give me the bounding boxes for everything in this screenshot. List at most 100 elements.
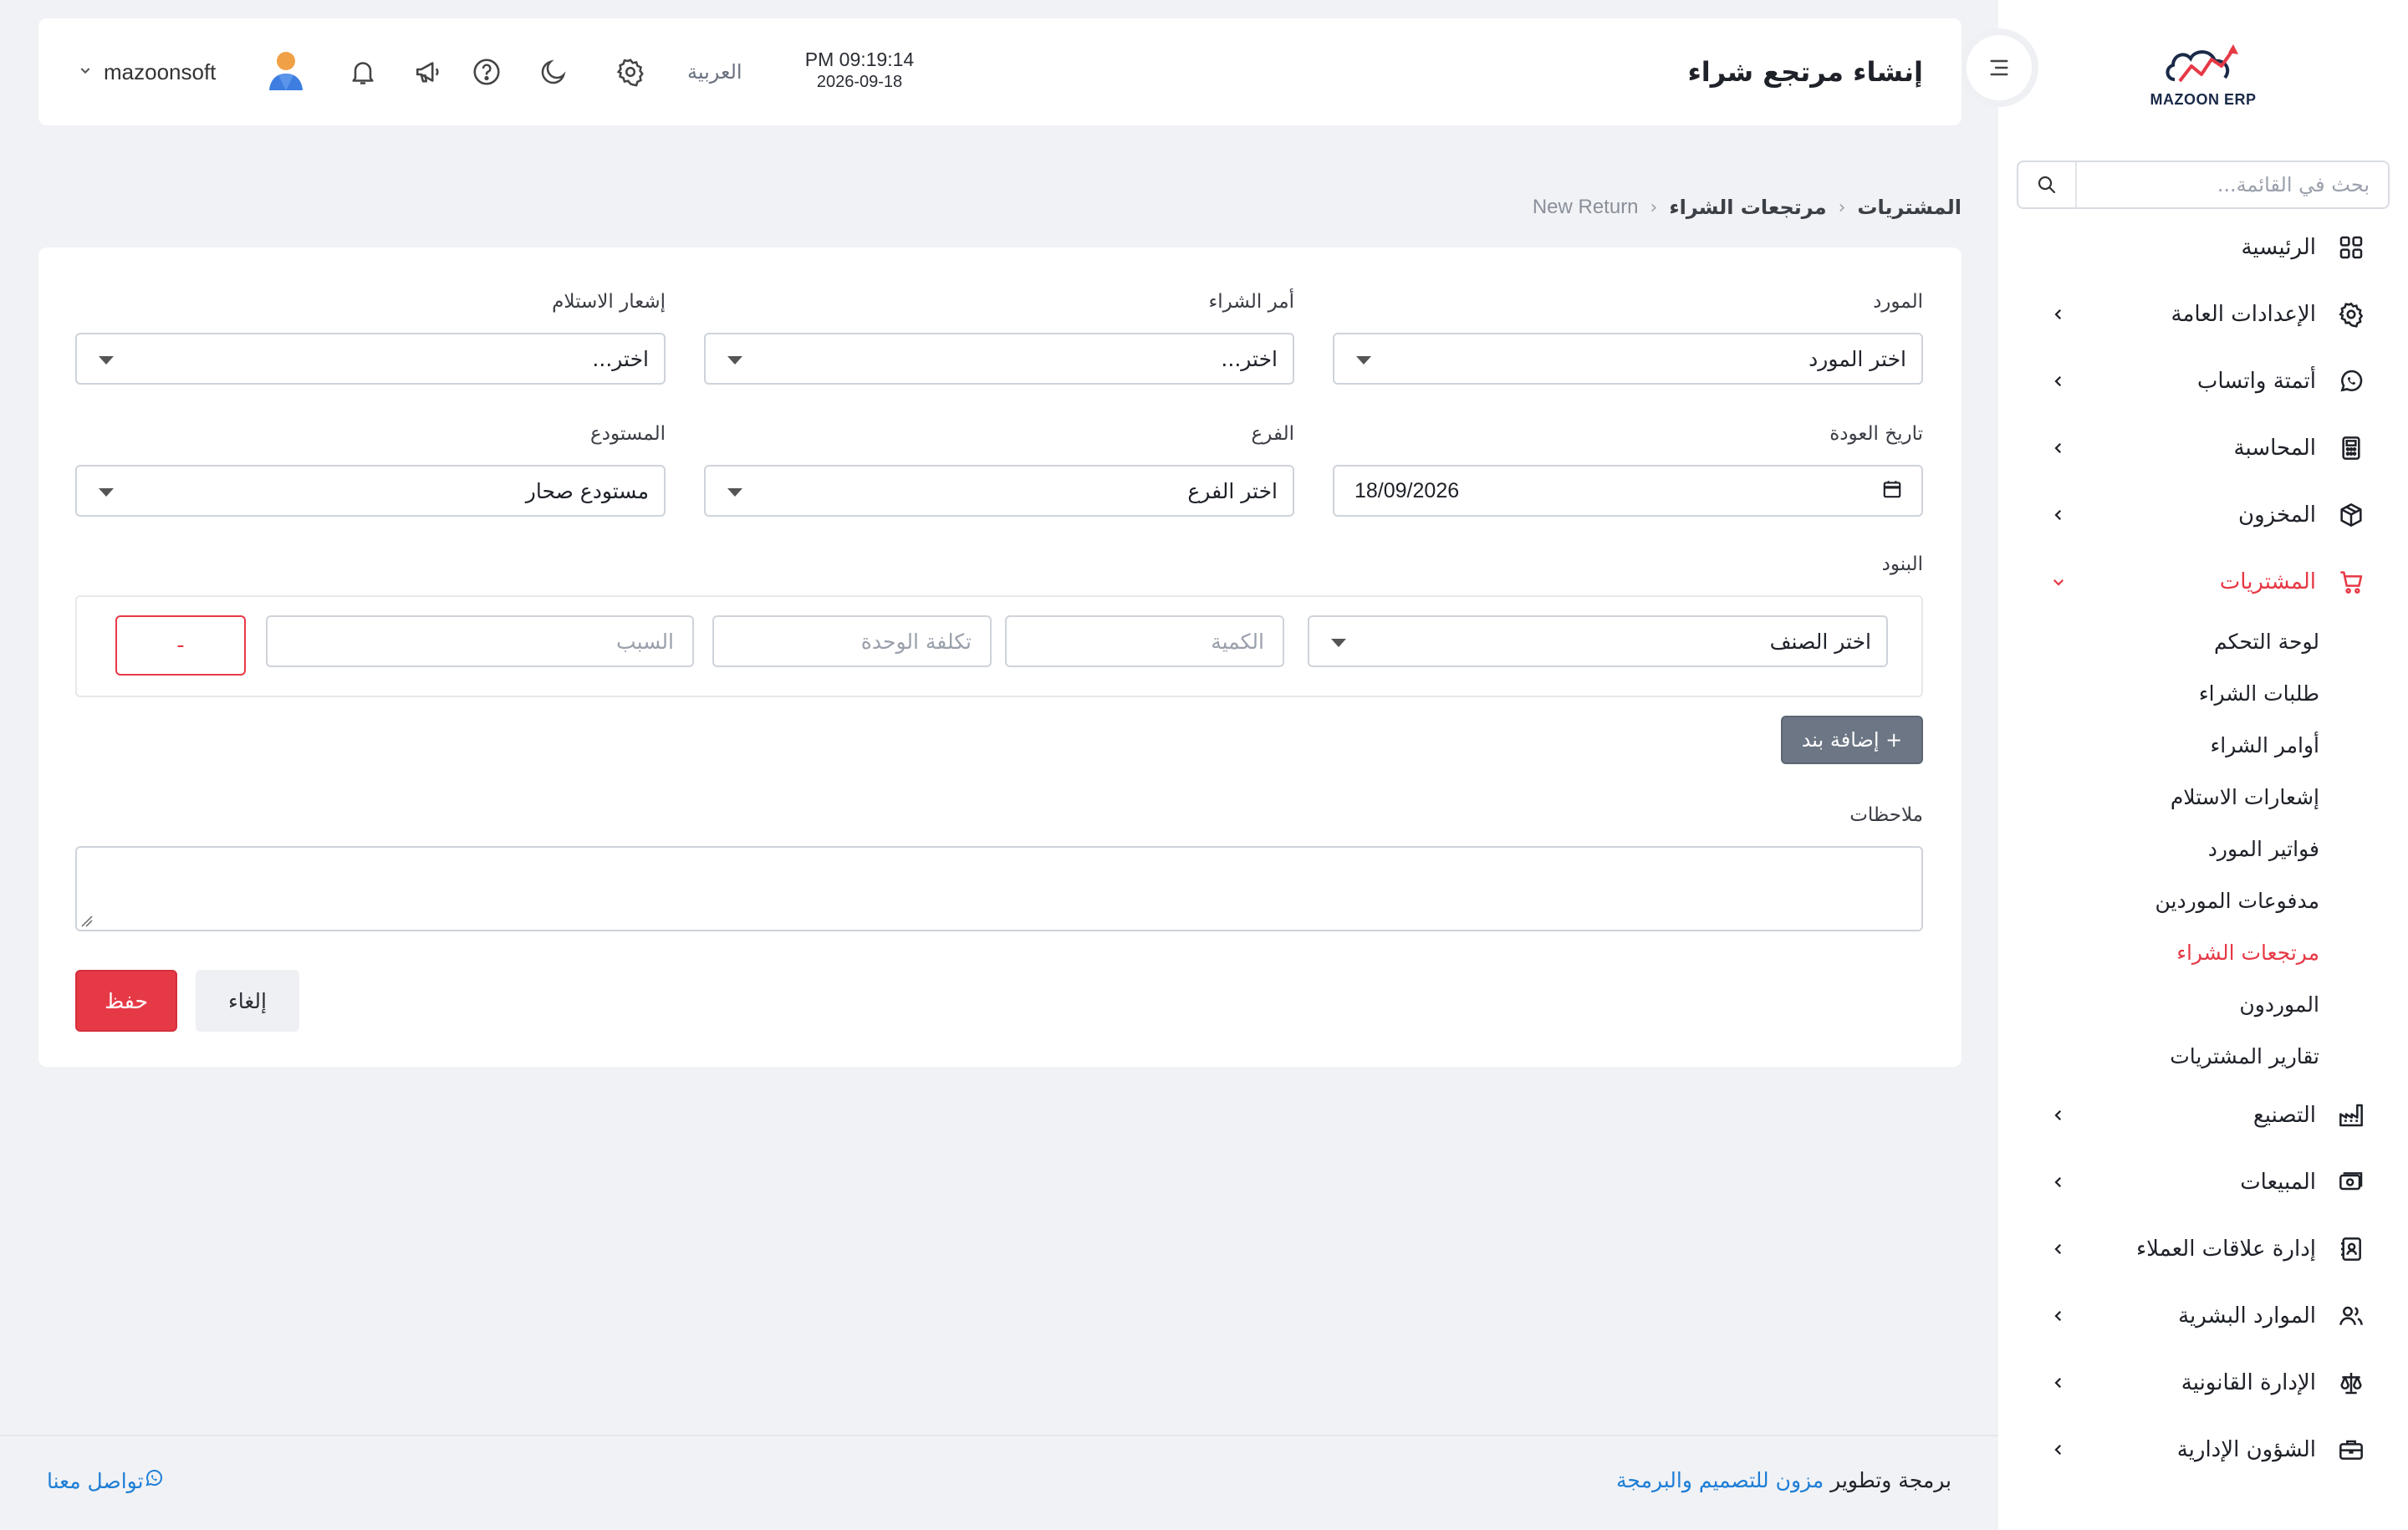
warehouse-select[interactable]: مستودع صحار — [75, 465, 666, 517]
submenu-item-dashboard[interactable]: لوحة التحكم — [1998, 615, 2408, 667]
clock-time: PM 09:19:14 — [804, 48, 915, 70]
chevron-down-icon — [2048, 572, 2069, 592]
help-icon[interactable] — [470, 55, 503, 89]
purchases-submenu: لوحة التحكم طلبات الشراء أوامر الشراء إش… — [1998, 615, 2408, 1082]
moon-icon[interactable] — [537, 55, 570, 89]
caret-down-icon — [99, 356, 114, 365]
submenu-item-purchase-orders[interactable]: أوامر الشراء — [1998, 719, 2408, 771]
sidebar-item-label: المبيعات — [2240, 1170, 2316, 1195]
contacts-icon — [2336, 1234, 2366, 1264]
submenu-item-suppliers[interactable]: الموردون — [1998, 978, 2408, 1030]
contact-us-label: تواصل معنا — [47, 1468, 144, 1493]
megaphone-icon[interactable] — [411, 55, 445, 89]
reason-placeholder: السبب — [616, 629, 674, 654]
submenu-item-purchase-reports[interactable]: تقارير المشتريات — [1998, 1030, 2408, 1082]
supplier-select-value: اختر المورد — [1809, 346, 1906, 371]
sidebar-item-inventory[interactable]: المخزون — [1998, 482, 2408, 548]
chevron-down-icon — [79, 64, 92, 80]
factory-icon — [2336, 1100, 2366, 1130]
logo-text: MAZOON ERP — [2150, 90, 2257, 108]
sidebar-item-home[interactable]: الرئيسية — [1998, 214, 2408, 281]
quantity-placeholder: الكمية — [1211, 629, 1264, 654]
sidebar-item-accounting[interactable]: المحاسبة — [1998, 415, 2408, 482]
notes-label: ملاحظات — [1849, 804, 1923, 826]
notes-textarea[interactable] — [75, 846, 1923, 931]
cash-icon — [2336, 1167, 2366, 1197]
unit-cost-input[interactable]: تكلفة الوحدة — [712, 615, 992, 667]
submenu-item-purchase-returns[interactable]: مرتجعات الشراء — [1998, 926, 2408, 978]
branch-select[interactable]: اختر الفرع — [704, 465, 1294, 517]
sidebar-item-label: الإدارة القانونية — [2181, 1370, 2316, 1395]
warehouse-label: المستودع — [589, 423, 666, 445]
footer: برمجة وتطوير مزون للتصميم والبرمجة تواصل… — [0, 1435, 1998, 1530]
whatsapp-icon — [2336, 366, 2366, 396]
remove-item-label: - — [176, 633, 185, 658]
briefcase-icon — [2336, 1435, 2366, 1465]
sidebar-search-input[interactable] — [2077, 162, 2388, 207]
language-switch[interactable]: العربية — [687, 18, 742, 125]
submenu-item-purchase-requests[interactable]: طلبات الشراء — [1998, 667, 2408, 719]
gear-icon[interactable] — [614, 55, 647, 89]
chevron-left-icon — [2048, 505, 2069, 525]
sidebar-item-label: أتمتة واتساب — [2196, 369, 2316, 394]
contact-us-link[interactable]: تواصل معنا — [47, 1468, 172, 1493]
reason-input[interactable]: السبب — [266, 615, 694, 667]
caret-down-icon — [1356, 356, 1371, 365]
chevron-left-icon — [2048, 304, 2069, 324]
sidebar-item-crm[interactable]: إدارة علاقات العملاء — [1998, 1216, 2408, 1283]
sidebar-toggle-button[interactable] — [1967, 35, 2032, 100]
submenu-item-supplier-payments[interactable]: مدفوعات الموردين — [1998, 875, 2408, 926]
breadcrumb-purchase-returns[interactable]: مرتجعات الشراء — [1669, 196, 1826, 219]
cart-icon — [2336, 567, 2366, 597]
receipt-note-select[interactable]: اختر... — [75, 333, 666, 385]
chevron-left-icon — [2048, 1172, 2069, 1192]
sidebar-item-purchases[interactable]: المشتريات — [1998, 548, 2408, 615]
submenu-item-receipt-notes[interactable]: إشعارات الاستلام — [1998, 771, 2408, 823]
quantity-input[interactable]: الكمية — [1005, 615, 1284, 667]
sidebar-item-settings[interactable]: الإعدادات العامة — [1998, 281, 2408, 348]
sidebar-item-admin[interactable]: الشؤون الإدارية — [1998, 1416, 2408, 1483]
user-menu[interactable]: mazoonsoft — [79, 18, 306, 125]
top-header: إنشاء مرتجع شراء PM 09:19:14 2026-09-18 … — [38, 18, 1962, 125]
resize-grip-icon[interactable] — [80, 915, 94, 931]
purchase-order-select[interactable]: اختر... — [704, 333, 1294, 385]
return-date-input[interactable]: 18/09/2026 — [1333, 465, 1923, 517]
scale-icon — [2336, 1368, 2366, 1398]
sidebar-item-legal[interactable]: الإدارة القانونية — [1998, 1349, 2408, 1416]
avatar — [266, 48, 306, 95]
add-item-button[interactable]: + إضافة بند — [1781, 716, 1923, 764]
bell-icon[interactable] — [346, 55, 380, 89]
calendar-icon[interactable] — [1881, 478, 1903, 503]
remove-item-button[interactable]: - — [115, 615, 246, 676]
supplier-label: المورد — [1873, 291, 1923, 313]
cancel-button[interactable]: إلغاء — [196, 970, 299, 1032]
caret-down-icon — [99, 488, 114, 497]
warehouse-select-value: مستودع صحار — [525, 478, 649, 503]
caret-down-icon — [1331, 639, 1346, 647]
box-icon — [2336, 500, 2366, 530]
supplier-select[interactable]: اختر المورد — [1333, 333, 1923, 385]
return-date-value: 18/09/2026 — [1354, 478, 1460, 502]
chevron-left-icon — [2048, 1239, 2069, 1259]
sidebar-item-label: الإعدادات العامة — [2171, 302, 2316, 327]
sidebar-item-manufacturing[interactable]: التصنيع — [1998, 1082, 2408, 1149]
sidebar-item-sales[interactable]: المبيعات — [1998, 1149, 2408, 1216]
breadcrumb-purchases[interactable]: المشتريات — [1857, 196, 1962, 219]
submenu-item-supplier-invoices[interactable]: فواتير المورد — [1998, 823, 2408, 875]
logo[interactable]: MAZOON ERP — [2140, 33, 2266, 117]
clock: PM 09:19:14 2026-09-18 — [793, 48, 926, 92]
sidebar-item-label: إدارة علاقات العملاء — [2135, 1237, 2316, 1262]
purchase-order-label: أمر الشراء — [1208, 291, 1294, 313]
chevron-left-icon: ‹ — [1838, 196, 1846, 218]
sidebar-item-hr[interactable]: الموارد البشرية — [1998, 1283, 2408, 1349]
sidebar-search — [2017, 161, 2390, 209]
save-button[interactable]: حفظ — [75, 970, 177, 1032]
whatsapp-icon — [144, 1468, 164, 1493]
caret-down-icon — [727, 356, 742, 365]
item-select[interactable]: اختر الصنف — [1308, 615, 1888, 667]
sidebar-item-label: الشؤون الإدارية — [2176, 1437, 2316, 1462]
footer-credit-link[interactable]: مزون للتصميم والبرمجة — [1616, 1468, 1824, 1492]
search-icon[interactable] — [2018, 162, 2077, 207]
receipt-note-label: إشعار الاستلام — [552, 291, 666, 313]
sidebar-item-whatsapp[interactable]: أتمتة واتساب — [1998, 348, 2408, 415]
